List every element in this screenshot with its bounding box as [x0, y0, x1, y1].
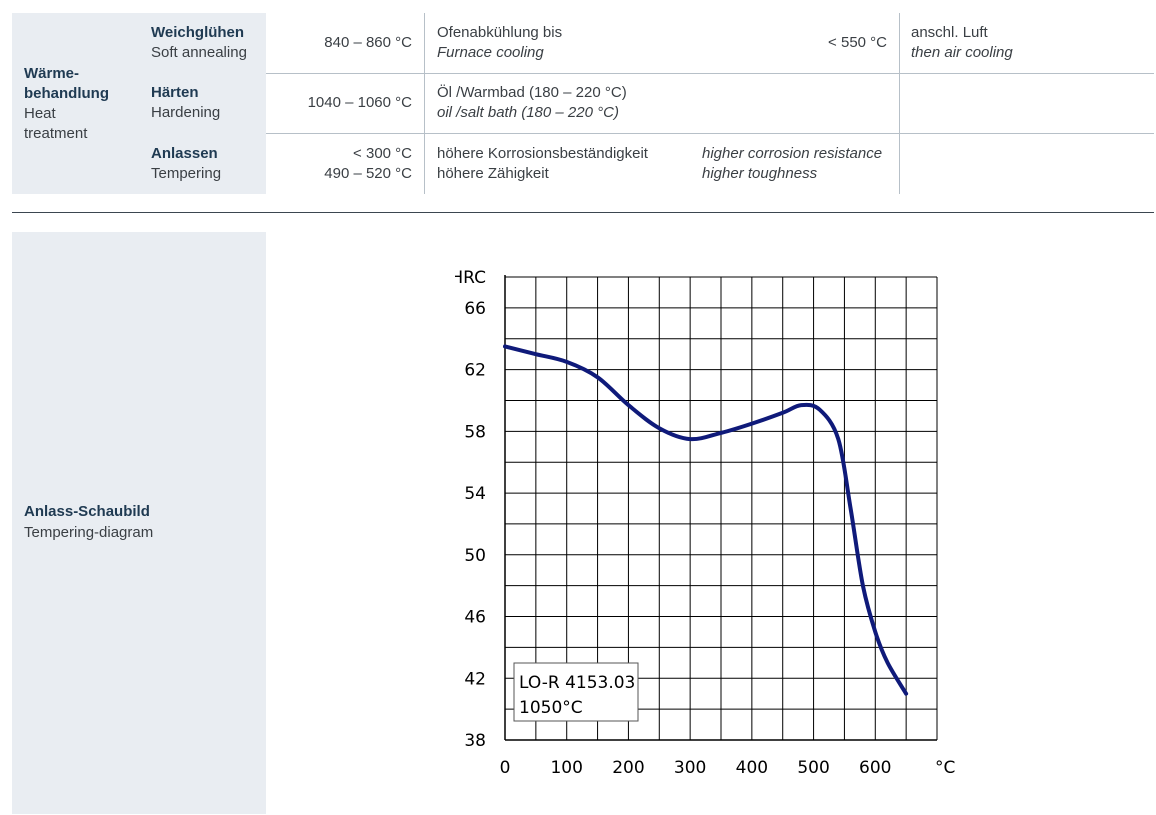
diagram-label-en: Tempering-diagram [24, 524, 154, 541]
hardening-note-en: oil /salt bath (180 – 220 °C) [437, 104, 619, 121]
diagram-label-de: Anlass-Schaubild [24, 503, 150, 520]
y-tick-labels: 38 42 46 50 54 58 62 66 [464, 299, 486, 751]
x-tick-label: 300 [674, 758, 706, 778]
row-divider [266, 73, 1154, 74]
heat-treatment-label-de-2: behandlung [24, 85, 109, 102]
tempering-name-de: Anlassen [151, 145, 218, 162]
x-tick-label: 600 [859, 758, 891, 778]
soft-annealing-note-de: Ofenabkühlung bis [437, 24, 563, 41]
hardening-name-en: Hardening [151, 104, 221, 121]
soft-annealing-limit: < 550 °C [828, 34, 887, 51]
tempering-note-de-1: höhere Korrosionsbeständigkeit [437, 145, 648, 162]
y-tick-label: 66 [464, 299, 486, 319]
tempering-temp-1: < 300 °C [353, 145, 412, 162]
x-tick-label: 0 [500, 758, 511, 778]
heat-treatment-label-en-2: treatment [24, 125, 88, 142]
x-tick-labels: 0 100 200 300 400 500 600 [500, 758, 892, 778]
tempering-note-en-2: higher toughness [702, 165, 818, 182]
y-tick-label: 62 [464, 361, 486, 381]
column-divider [899, 13, 900, 194]
y-tick-label: 42 [464, 669, 486, 689]
hardening-temp: 1040 – 1060 °C [307, 94, 412, 111]
legend-line-2: 1050°C [519, 698, 583, 718]
x-tick-label: 100 [550, 758, 582, 778]
chart-legend: LO-R 4153.03 1050°C [513, 662, 639, 722]
x-axis-unit: °C [935, 758, 955, 778]
heat-treatment-label-de-1: Wärme- [24, 65, 80, 82]
row-divider [266, 133, 1154, 134]
soft-annealing-name-en: Soft annealing [151, 44, 247, 61]
soft-annealing-temp: 840 – 860 °C [324, 34, 412, 51]
column-divider [424, 13, 425, 194]
y-tick-label: 38 [464, 731, 486, 751]
tempering-temp-2: 490 – 520 °C [324, 165, 412, 182]
tempering-name-en: Tempering [151, 165, 222, 182]
tempering-note-en-1: higher corrosion resistance [702, 145, 883, 162]
y-axis-label: HRC [455, 268, 486, 288]
soft-annealing-name-de: Weichglühen [151, 24, 245, 41]
x-tick-label: 200 [612, 758, 644, 778]
y-tick-label: 46 [464, 608, 486, 628]
hardening-name-de: Härten [151, 84, 199, 101]
y-tick-label: 54 [464, 484, 486, 504]
soft-annealing-note-en: Furnace cooling [437, 44, 544, 61]
hardness-curve [503, 344, 909, 696]
soft-annealing-after-en: then air cooling [911, 44, 1013, 61]
tempering-chart: 38 42 46 50 54 58 62 66 0 100 200 300 400 500 600 HRC… [455, 268, 955, 778]
heat-treatment-label-en-1: Heat [24, 105, 56, 122]
x-tick-label: 500 [797, 758, 829, 778]
y-tick-label: 58 [464, 422, 486, 442]
y-tick-label: 50 [464, 546, 486, 566]
hardening-note-de: Öl /Warmbad (180 – 220 °C) [437, 84, 627, 101]
soft-annealing-after-de: anschl. Luft [911, 24, 988, 41]
tempering-note-de-2: höhere Zähigkeit [437, 165, 549, 182]
x-tick-label: 400 [736, 758, 768, 778]
legend-line-1: LO-R 4153.03 [519, 673, 635, 693]
section-separator [12, 212, 1154, 213]
